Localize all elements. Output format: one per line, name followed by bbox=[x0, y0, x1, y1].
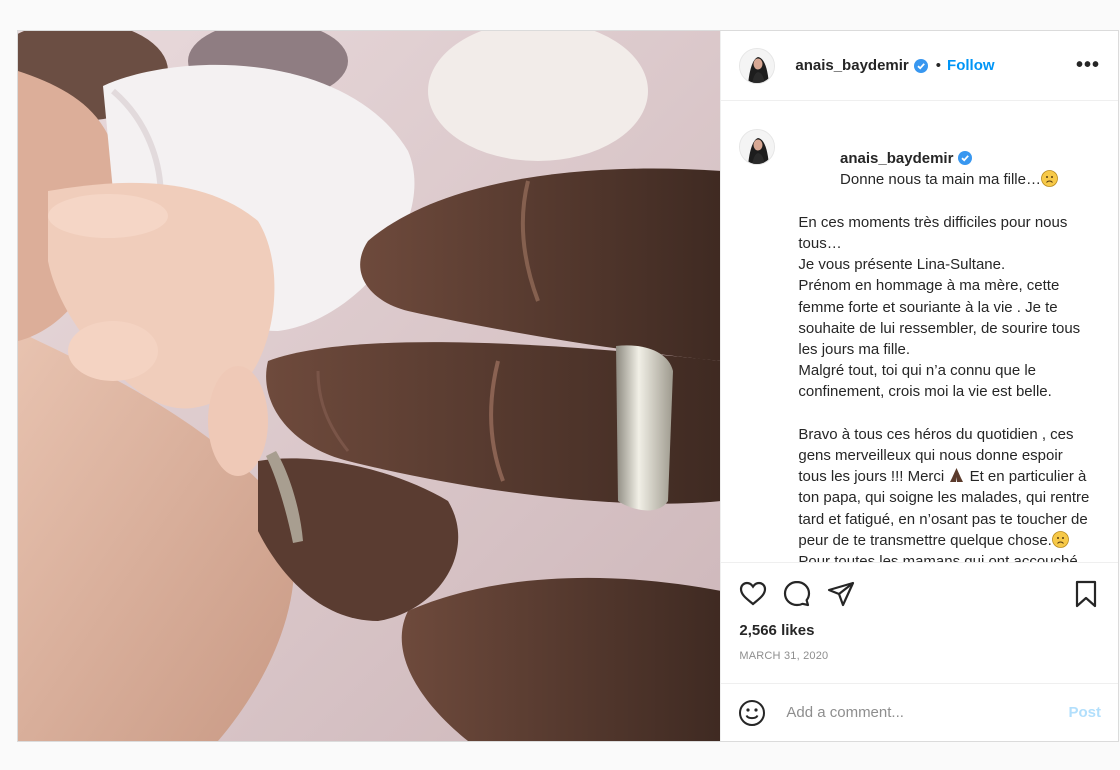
post-sidebar: anais_baydemir • Follow ••• anais_baydem… bbox=[720, 31, 1118, 741]
avatar-portrait-icon bbox=[740, 48, 775, 83]
post-photo[interactable] bbox=[18, 31, 721, 741]
caption-text: anais_baydemir Donne nous ta main ma fil… bbox=[798, 127, 1090, 562]
verified-badge-icon bbox=[958, 151, 973, 166]
caption-username[interactable]: anais_baydemir bbox=[840, 150, 953, 167]
post-container: anais_baydemir • Follow ••• anais_baydem… bbox=[17, 30, 1119, 742]
prayer-hands-emoji bbox=[950, 468, 964, 483]
caption-line: Prénom en hommage à ma mère, cette femme… bbox=[798, 277, 1085, 359]
caption-avatar[interactable] bbox=[739, 129, 776, 165]
post-date[interactable]: MARCH 31, 2020 bbox=[721, 650, 1118, 662]
bookmark-icon[interactable] bbox=[1071, 579, 1101, 609]
heart-icon[interactable] bbox=[738, 579, 768, 609]
verified-badge-icon bbox=[913, 58, 928, 73]
post-header: anais_baydemir • Follow ••• bbox=[721, 31, 1118, 101]
caption-line: Pour toutes les mamans qui ont accouché … bbox=[798, 553, 1078, 562]
caption-line: En ces moments très difficiles pour nous… bbox=[798, 213, 1072, 253]
header-separator: • bbox=[935, 57, 942, 74]
header-username[interactable]: anais_baydemir bbox=[795, 57, 908, 74]
caption-line bbox=[798, 403, 1090, 424]
caption-line: Donne nous ta main ma fille… bbox=[840, 171, 1041, 189]
comment-icon[interactable] bbox=[782, 579, 812, 609]
follow-button[interactable]: Follow bbox=[947, 57, 995, 74]
sad-face-emoji bbox=[1041, 170, 1058, 188]
post-comment-button[interactable]: Post bbox=[1068, 704, 1101, 721]
more-options-icon[interactable]: ••• bbox=[1076, 54, 1100, 77]
comment-bar: Post bbox=[721, 683, 1118, 741]
action-bar bbox=[721, 562, 1118, 624]
likes-count[interactable]: 2,566 likes bbox=[721, 622, 1118, 639]
comment-input[interactable] bbox=[784, 703, 1069, 722]
caption-line: Je vous présente Lina-Sultane. bbox=[798, 256, 1006, 274]
baby-hand-photo bbox=[18, 31, 721, 741]
share-icon[interactable] bbox=[826, 579, 856, 609]
smiley-icon[interactable] bbox=[738, 699, 766, 727]
avatar[interactable] bbox=[739, 47, 776, 84]
avatar-portrait-icon bbox=[740, 130, 775, 164]
sad-face-emoji bbox=[1051, 530, 1069, 548]
caption-section: anais_baydemir Donne nous ta main ma fil… bbox=[721, 101, 1118, 562]
caption-line: Malgré tout, toi qui n’a connu que le co… bbox=[798, 362, 1052, 401]
